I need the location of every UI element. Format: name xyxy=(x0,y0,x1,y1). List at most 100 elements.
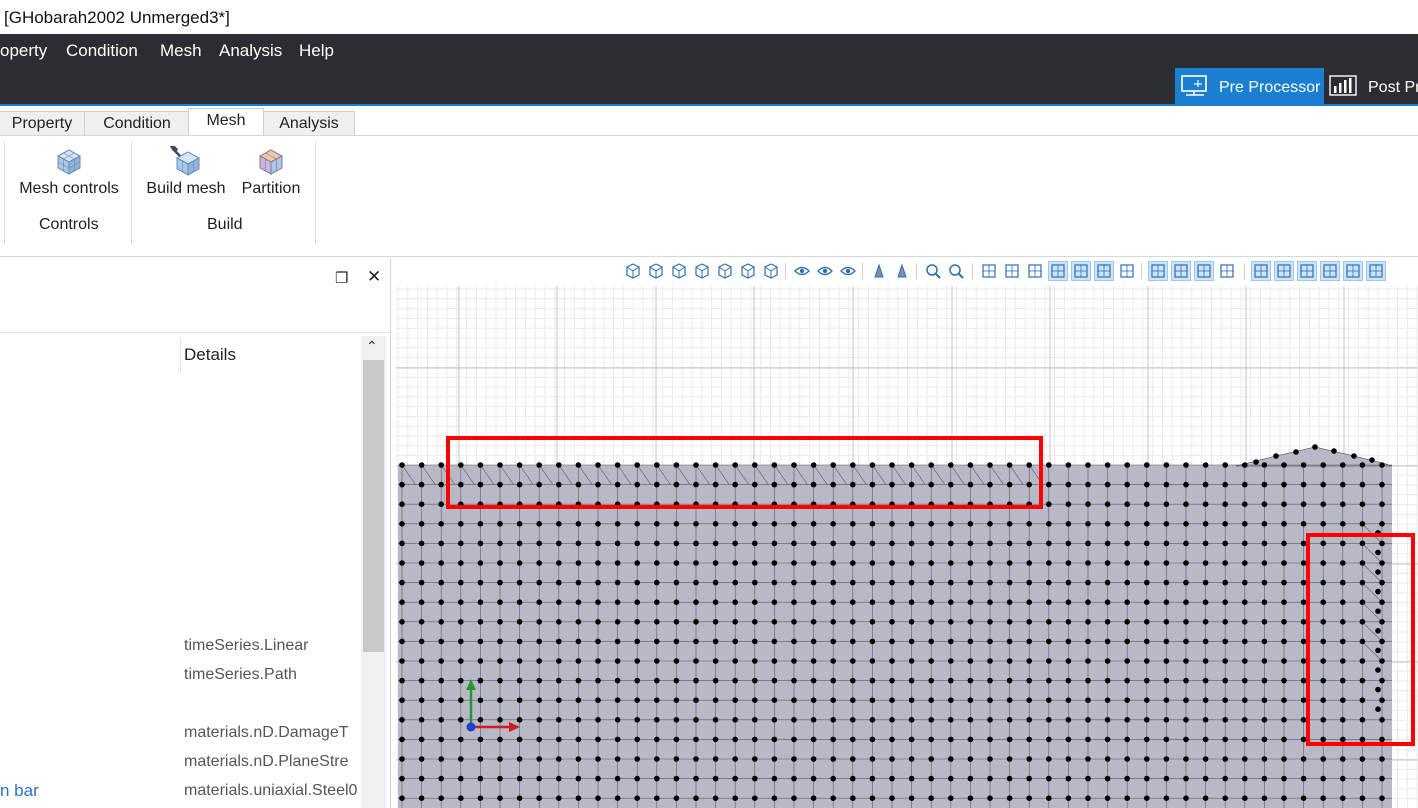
details-column-header[interactable]: Details xyxy=(184,345,236,365)
mesh-node xyxy=(987,540,993,547)
grid-icon[interactable] xyxy=(1026,262,1044,280)
mesh-node xyxy=(575,521,582,527)
mesh-node xyxy=(928,619,934,625)
mesh-node xyxy=(791,638,797,645)
mesh-node xyxy=(418,540,425,547)
mesh-node xyxy=(418,638,425,645)
mesh-node xyxy=(673,560,680,566)
mesh-node xyxy=(575,638,582,645)
mesh-node xyxy=(967,540,974,547)
view-front-icon[interactable] xyxy=(647,262,665,280)
tree-item-timeseries-path[interactable]: timeSeries.Path xyxy=(184,666,360,684)
view-right-icon[interactable] xyxy=(716,262,734,280)
filter-1-icon[interactable] xyxy=(1251,261,1271,281)
show-edges-icon[interactable] xyxy=(1171,261,1191,281)
filter-4-icon[interactable] xyxy=(1320,261,1340,281)
view-top-icon[interactable] xyxy=(739,262,757,280)
scroll-up-icon[interactable]: ⌃ xyxy=(366,338,378,355)
tree-item-damage[interactable]: materials.nD.DamageT xyxy=(184,724,360,742)
mesh-node xyxy=(1379,697,1385,703)
show-nodes-icon[interactable] xyxy=(1148,261,1168,281)
mesh-controls-button[interactable]: Mesh controls xyxy=(16,148,122,198)
post-processor-label: Post Pr xyxy=(1368,79,1418,96)
view-left-icon[interactable] xyxy=(693,262,711,280)
menu-mesh[interactable]: Mesh xyxy=(160,41,202,61)
menu-analysis[interactable]: Analysis xyxy=(219,41,282,61)
mesh-node xyxy=(575,717,582,723)
parallel-icon[interactable] xyxy=(893,262,911,280)
visibility-icon[interactable] xyxy=(793,262,811,280)
mesh-node xyxy=(987,717,993,723)
viewport[interactable] xyxy=(396,258,1418,808)
mesh-node xyxy=(1006,658,1013,664)
mesh-node xyxy=(1242,736,1248,743)
paint-icon[interactable] xyxy=(1003,262,1021,280)
mesh-node xyxy=(399,540,405,547)
mesh-node xyxy=(712,736,719,743)
tree-item-steel[interactable]: materials.uniaxial.Steel0 xyxy=(184,782,360,800)
mesh-node xyxy=(1202,599,1209,605)
mesh-node xyxy=(477,599,484,605)
zoom-icon[interactable] xyxy=(947,262,965,280)
filter-3-icon[interactable] xyxy=(1297,261,1317,281)
mesh-canvas[interactable] xyxy=(396,286,1418,808)
select-mode-icon[interactable] xyxy=(1118,262,1136,280)
grid-snap-icon[interactable] xyxy=(1048,261,1068,281)
build-mesh-button[interactable]: Build mesh xyxy=(141,146,231,198)
pre-processor-button[interactable]: Pre Processor xyxy=(1175,68,1324,104)
group-controls-label: Controls xyxy=(39,216,99,233)
mesh-node xyxy=(1359,638,1366,645)
view-back-icon[interactable] xyxy=(670,262,688,280)
tree-item-planestress[interactable]: materials.nD.PlaneStre xyxy=(184,753,360,771)
mesh-node xyxy=(908,795,915,801)
tab-condition[interactable]: Condition xyxy=(84,111,190,136)
view-bottom-icon[interactable] xyxy=(762,262,780,280)
mesh-node xyxy=(536,677,542,684)
menu-help[interactable]: Help xyxy=(299,41,334,61)
show-faces-icon[interactable] xyxy=(1194,261,1214,281)
hide-icon[interactable] xyxy=(839,262,857,280)
screenshot-icon[interactable] xyxy=(980,262,998,280)
mesh-node xyxy=(908,775,915,782)
close-icon[interactable]: ✕ xyxy=(367,267,381,287)
mesh-node xyxy=(1340,579,1346,586)
filter-5-icon[interactable] xyxy=(1343,261,1363,281)
tab-mesh[interactable]: Mesh xyxy=(188,108,264,138)
view-3d-icon[interactable] xyxy=(624,262,642,280)
select-box-icon[interactable] xyxy=(1094,261,1114,281)
mesh-node xyxy=(458,736,464,743)
filter-2-icon[interactable] xyxy=(1274,261,1294,281)
mesh-node xyxy=(497,717,503,723)
mesh-node xyxy=(1202,638,1209,645)
axes-icon[interactable] xyxy=(1071,261,1091,281)
menu-property[interactable]: operty xyxy=(0,41,47,61)
mesh-node xyxy=(1340,481,1346,488)
panel-link[interactable]: n bar xyxy=(0,781,39,801)
mesh-node xyxy=(791,717,797,723)
tab-property[interactable]: Property xyxy=(0,111,86,136)
filter-6-icon[interactable] xyxy=(1366,261,1386,281)
partition-button[interactable]: Partition xyxy=(234,148,308,198)
mesh-node xyxy=(830,775,836,782)
mesh-node xyxy=(1320,736,1326,743)
tree-item-timeseries-linear[interactable]: timeSeries.Linear xyxy=(184,637,360,655)
mesh-node xyxy=(948,638,954,645)
mesh-node xyxy=(1379,756,1385,762)
mesh-node xyxy=(1242,481,1248,488)
zoom-fit-icon[interactable] xyxy=(924,262,942,280)
mesh-node xyxy=(634,481,640,488)
restore-icon[interactable]: ❐ xyxy=(335,269,348,287)
mesh-node xyxy=(477,756,484,762)
scrollbar-thumb[interactable] xyxy=(363,360,384,652)
mesh-node xyxy=(693,677,699,684)
show-icon[interactable] xyxy=(816,262,834,280)
tab-analysis[interactable]: Analysis xyxy=(263,111,355,136)
mesh-node xyxy=(477,619,484,625)
menu-condition[interactable]: Condition xyxy=(66,41,138,61)
mesh-node xyxy=(1202,619,1209,625)
post-processor-button[interactable]: Post Pr xyxy=(1326,68,1418,104)
perspective-icon[interactable] xyxy=(870,262,888,280)
mesh-node xyxy=(1242,756,1248,762)
show-axes-icon[interactable] xyxy=(1218,262,1236,280)
mesh-node xyxy=(673,599,680,605)
